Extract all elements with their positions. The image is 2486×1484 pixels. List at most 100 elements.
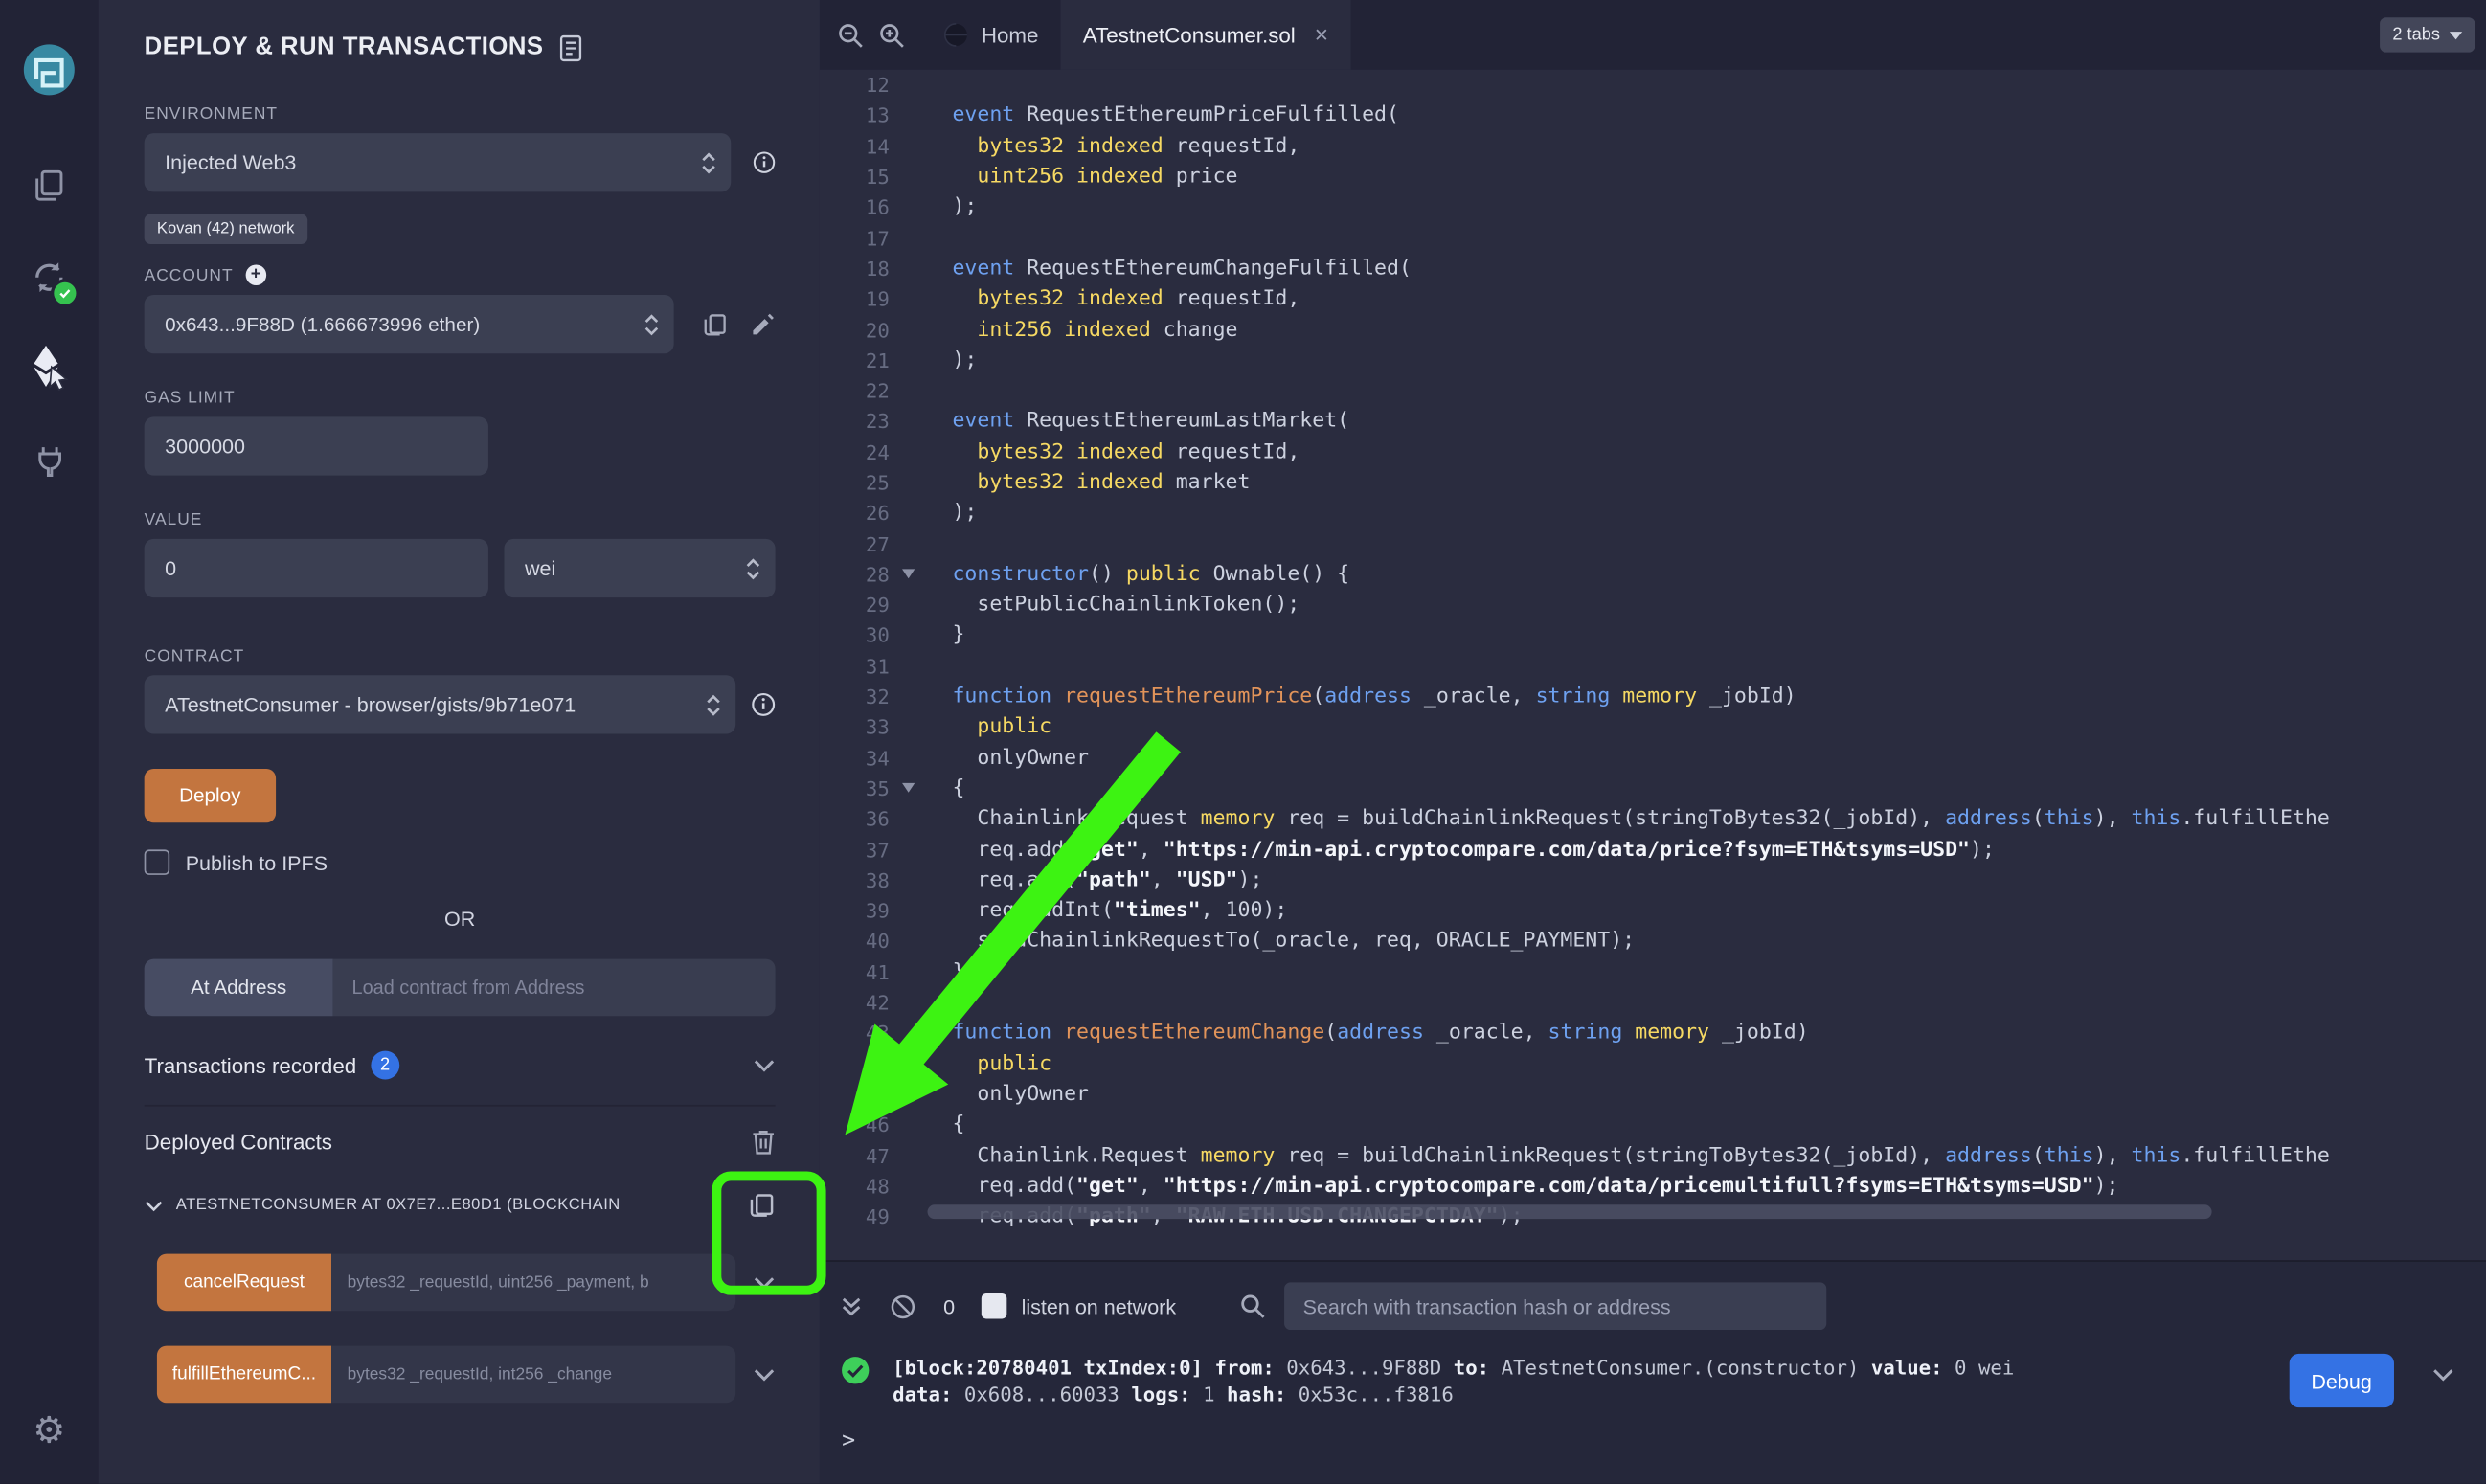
fold-icon[interactable]	[890, 570, 928, 579]
code-line[interactable]: 46 {	[820, 1110, 2486, 1140]
code-line[interactable]: 17	[820, 223, 2486, 254]
transactions-collapse-icon[interactable]	[753, 1058, 775, 1072]
code-line[interactable]: 18 event RequestEthereumChangeFulfilled(	[820, 254, 2486, 284]
settings-gear-icon[interactable]: ⚙	[0, 1407, 99, 1451]
listen-on-network-checkbox[interactable]	[982, 1293, 1006, 1318]
fulfill-ethereum-change-button[interactable]: fulfillEthereumC...	[157, 1346, 331, 1404]
environment-info-icon[interactable]	[753, 150, 775, 174]
copy-account-icon[interactable]	[702, 311, 727, 336]
account-select[interactable]: 0x643...9F88D (1.666673996 ether)	[145, 295, 674, 353]
environment-label: ENVIRONMENT	[145, 104, 776, 124]
line-number: 49	[820, 1204, 890, 1228]
instance-collapse-icon[interactable]	[145, 1199, 164, 1211]
fold-icon[interactable]	[890, 784, 928, 794]
transactions-recorded-row[interactable]: Transactions recorded 2	[145, 1051, 776, 1080]
contract-instance-header[interactable]: ATESTNETCONSUMER AT 0X7E7...E80D1 (BLOCK…	[145, 1192, 776, 1219]
plugin-manager-icon[interactable]	[0, 438, 99, 482]
code-line[interactable]: 27	[820, 528, 2486, 559]
code-line[interactable]: 15 uint256 indexed price	[820, 162, 2486, 192]
code-line[interactable]: 31	[820, 651, 2486, 682]
code-text: req.add("get", "https://min-api.cryptoco…	[928, 838, 1995, 862]
code-line[interactable]: 29 setPublicChainlinkToken();	[820, 590, 2486, 620]
publish-ipfs-label: Publish to IPFS	[186, 850, 328, 874]
deploy-run-icon[interactable]	[0, 343, 99, 393]
deploy-button[interactable]: Deploy	[145, 769, 276, 822]
debug-button[interactable]: Debug	[2289, 1354, 2394, 1407]
code-line[interactable]: 20 int256 indexed change	[820, 314, 2486, 345]
add-account-icon[interactable]: +	[246, 264, 267, 285]
transaction-log-entry[interactable]: [block:20780401 txIndex:0] from: 0x643..…	[840, 1354, 2486, 1407]
code-line[interactable]: 34 onlyOwner	[820, 743, 2486, 774]
code-text: bytes32 indexed market	[928, 471, 1251, 495]
code-line[interactable]: 41 }	[820, 956, 2486, 987]
horizontal-scrollbar[interactable]	[928, 1204, 2212, 1219]
contract-select[interactable]: ATestnetConsumer - browser/gists/9b71e07…	[145, 675, 736, 733]
clear-terminal-ban-icon[interactable]	[890, 1293, 916, 1319]
cancel-request-button[interactable]: cancelRequest	[157, 1254, 331, 1312]
contract-info-icon[interactable]	[752, 693, 776, 717]
remix-logo[interactable]	[0, 41, 99, 99]
terminal-search-input[interactable]	[1284, 1282, 1826, 1330]
code-line[interactable]: 24 bytes32 indexed requestId,	[820, 437, 2486, 467]
code-line[interactable]: 45 onlyOwner	[820, 1079, 2486, 1110]
code-line[interactable]: 42	[820, 987, 2486, 1018]
tab-atestnetconsumer[interactable]: ATestnetConsumer.sol ×	[1061, 0, 1351, 70]
expand-method-icon[interactable]	[753, 1275, 775, 1290]
code-line[interactable]: 40 sendChainlinkRequestTo(_oracle, req, …	[820, 926, 2486, 956]
terminal: 0 listen on network [block:20780401 txIn…	[820, 1260, 2486, 1483]
code-line[interactable]: 35 {	[820, 774, 2486, 804]
expand-log-chevron-icon[interactable]	[2432, 1368, 2454, 1383]
solidity-compiler-icon[interactable]	[0, 254, 99, 302]
code-line[interactable]: 21 );	[820, 345, 2486, 375]
close-tab-icon[interactable]: ×	[1315, 23, 1329, 47]
code-line[interactable]: 48 req.add("get", "https://min-api.crypt…	[820, 1171, 2486, 1202]
cancel-request-args-input[interactable]	[331, 1254, 735, 1312]
code-line[interactable]: 28 constructor() public Ownable() {	[820, 559, 2486, 590]
code-text: constructor() public Ownable() {	[928, 563, 1350, 587]
expand-method-icon[interactable]	[753, 1367, 775, 1382]
at-address-button[interactable]: At Address	[145, 959, 333, 1017]
code-text: Chainlink.Request memory req = buildChai…	[928, 1144, 2330, 1168]
code-line[interactable]: 37 req.add("get", "https://min-api.crypt…	[820, 835, 2486, 866]
code-line[interactable]: 33 public	[820, 712, 2486, 743]
code-line[interactable]: 30 }	[820, 620, 2486, 651]
code-line[interactable]: 44 public	[820, 1048, 2486, 1079]
code-line[interactable]: 19 bytes32 indexed requestId,	[820, 283, 2486, 314]
code-line[interactable]: 36 Chainlink.Request memory req = buildC…	[820, 804, 2486, 835]
code-line[interactable]: 26 );	[820, 498, 2486, 528]
at-address-input[interactable]	[333, 959, 776, 1017]
file-explorer-icon[interactable]	[0, 165, 99, 206]
copy-instance-address-icon[interactable]	[748, 1192, 775, 1219]
code-line[interactable]: 13 event RequestEthereumPriceFulfilled(	[820, 101, 2486, 131]
clear-instances-trash-icon[interactable]	[752, 1129, 776, 1156]
code-line[interactable]: 12	[820, 70, 2486, 101]
terminal-prompt[interactable]: >	[842, 1428, 2486, 1453]
gas-limit-input[interactable]	[145, 416, 488, 475]
tab-home[interactable]: Home	[921, 0, 1061, 70]
edit-account-icon[interactable]	[750, 311, 775, 336]
code-line[interactable]: 25 bytes32 indexed market	[820, 467, 2486, 498]
code-line[interactable]: 43 function requestEthereumChange(addres…	[820, 1018, 2486, 1048]
line-number: 28	[820, 563, 890, 587]
zoom-out-icon[interactable]	[837, 21, 864, 48]
terminal-collapse-icon[interactable]	[840, 1295, 862, 1317]
environment-select[interactable]: Injected Web3	[145, 133, 732, 191]
code-editor[interactable]: 1213 event RequestEthereumPriceFulfilled…	[820, 70, 2486, 1260]
tabs-count-dropdown[interactable]: 2 tabs	[2380, 17, 2475, 52]
publish-ipfs-checkbox[interactable]	[145, 849, 170, 874]
code-line[interactable]: 22	[820, 375, 2486, 406]
code-line[interactable]: 16 );	[820, 192, 2486, 223]
value-input[interactable]	[145, 539, 488, 597]
code-line[interactable]: 39 req.addInt("times", 100);	[820, 895, 2486, 926]
code-line[interactable]: 14 bytes32 indexed requestId,	[820, 131, 2486, 162]
code-line[interactable]: 23 event RequestEthereumLastMarket(	[820, 406, 2486, 437]
fulfill-change-args-input[interactable]	[331, 1346, 735, 1404]
code-line[interactable]: 47 Chainlink.Request memory req = buildC…	[820, 1140, 2486, 1171]
value-unit-select[interactable]: wei	[504, 539, 775, 597]
ethereum-cursor-icon	[29, 344, 70, 392]
code-line[interactable]: 32 function requestEthereumPrice(address…	[820, 682, 2486, 712]
zoom-in-icon[interactable]	[878, 21, 905, 48]
code-line[interactable]: 38 req.add("path", "USD");	[820, 865, 2486, 895]
notes-document-icon[interactable]	[559, 34, 581, 61]
line-number: 25	[820, 471, 890, 495]
